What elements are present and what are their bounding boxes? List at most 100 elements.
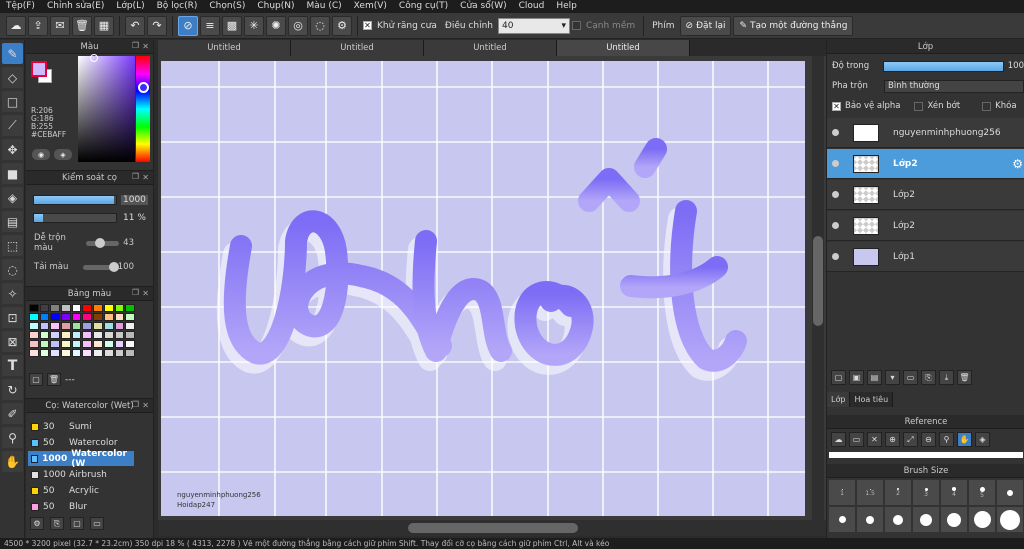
palette-swatch[interactable] bbox=[39, 313, 50, 321]
brush-item-blur[interactable]: 50 Blur bbox=[28, 499, 134, 514]
brush-size-option[interactable] bbox=[997, 507, 1023, 532]
palette-swatch[interactable] bbox=[114, 340, 125, 348]
palette-swatch[interactable] bbox=[125, 313, 135, 321]
trash-icon[interactable]: 🗑 bbox=[72, 15, 92, 36]
snap-vanishing-icon[interactable]: ✳ bbox=[244, 15, 264, 36]
duplicate-layer-icon[interactable]: ⎘ bbox=[921, 370, 936, 385]
eyedropper-icon[interactable]: ⚲ bbox=[939, 432, 954, 447]
palette-swatch[interactable] bbox=[39, 322, 50, 330]
palette-swatch[interactable] bbox=[50, 313, 61, 321]
palette-swatch[interactable] bbox=[61, 331, 71, 339]
lasso-tool-icon[interactable]: ◌ bbox=[2, 259, 23, 280]
hand-tool-icon[interactable]: ✋ bbox=[2, 451, 23, 472]
palette-swatch[interactable] bbox=[103, 349, 114, 357]
antialias-checkbox[interactable]: ✕ bbox=[363, 21, 372, 30]
menu-window[interactable]: Cửa sổ(W) bbox=[454, 0, 512, 13]
brush-item-airbrush[interactable]: 1000 Airbrush bbox=[28, 467, 134, 482]
palette-swatch[interactable] bbox=[71, 340, 82, 348]
palette-swatch[interactable] bbox=[93, 331, 103, 339]
palette-swatch[interactable] bbox=[82, 349, 93, 357]
vertical-scrollbar[interactable] bbox=[812, 56, 824, 520]
palette-swatch[interactable] bbox=[82, 331, 93, 339]
palette-swatch[interactable] bbox=[29, 349, 39, 357]
text-tool-icon[interactable]: T bbox=[2, 355, 23, 376]
menu-capture[interactable]: Chụp(N) bbox=[251, 0, 300, 13]
brush-size-option[interactable]: 5 bbox=[969, 480, 995, 505]
palette-swatch[interactable] bbox=[93, 313, 103, 321]
palette-swatch[interactable] bbox=[61, 313, 71, 321]
restore-icon[interactable]: ❐ bbox=[132, 41, 139, 50]
eye-icon[interactable] bbox=[832, 222, 839, 229]
trash-icon[interactable]: 🗑 bbox=[957, 370, 972, 385]
palette-swatch[interactable] bbox=[114, 304, 125, 312]
new-layer-8bit-icon[interactable]: ▣ bbox=[849, 370, 864, 385]
eyedropper-tool-icon[interactable]: ⚲ bbox=[2, 427, 23, 448]
layer-item[interactable]: Lớp1 bbox=[827, 242, 1024, 272]
folder-icon[interactable]: ▭ bbox=[849, 432, 864, 447]
snap-crisscross-icon[interactable]: ▩ bbox=[222, 15, 242, 36]
palette-swatch[interactable] bbox=[125, 340, 135, 348]
palette-swatch[interactable] bbox=[82, 340, 93, 348]
color-mode-icon[interactable]: ◈ bbox=[54, 149, 72, 160]
brush-size-option[interactable]: 4 bbox=[941, 480, 967, 505]
add-layer-menu-icon[interactable]: ▾ bbox=[885, 370, 900, 385]
marquee-tool-icon[interactable]: ⬚ bbox=[2, 235, 23, 256]
layer-item-selected[interactable]: Lớp2 ⚙ bbox=[827, 149, 1024, 179]
snap-radial-icon[interactable]: ✺ bbox=[266, 15, 286, 36]
lock-checkbox[interactable] bbox=[982, 101, 992, 111]
merge-layer-icon[interactable]: ⤓ bbox=[939, 370, 954, 385]
undo-icon[interactable]: ↶ bbox=[125, 15, 145, 36]
palette-swatch[interactable] bbox=[125, 304, 135, 312]
rectangle-select-tool-icon[interactable]: □ bbox=[2, 91, 23, 112]
snap-off-icon[interactable]: ⊘ bbox=[178, 15, 198, 36]
palette-swatch[interactable] bbox=[114, 313, 125, 321]
snap-curve-icon[interactable]: ◌ bbox=[310, 15, 330, 36]
layer-blend-select[interactable]: Bình thường bbox=[884, 79, 1024, 93]
snap-circle-icon[interactable]: ◎ bbox=[288, 15, 308, 36]
gear-icon[interactable]: ⚙ bbox=[1012, 157, 1023, 171]
palette-swatch[interactable] bbox=[125, 349, 135, 357]
blend-slider[interactable] bbox=[85, 237, 120, 248]
palette-swatch[interactable] bbox=[29, 304, 39, 312]
brush-size-option[interactable] bbox=[857, 507, 883, 532]
fit-icon[interactable]: ⤢ bbox=[903, 432, 918, 447]
new-palette-icon[interactable]: ▢ bbox=[29, 373, 43, 386]
horizontal-scroll-thumb[interactable] bbox=[408, 523, 578, 533]
palette-swatch[interactable] bbox=[103, 304, 114, 312]
palette-swatch[interactable] bbox=[103, 331, 114, 339]
menu-color[interactable]: Màu (C) bbox=[301, 0, 348, 13]
palette-swatch[interactable] bbox=[29, 322, 39, 330]
palette-swatch[interactable] bbox=[50, 340, 61, 348]
palette-swatch[interactable] bbox=[125, 322, 135, 330]
palette-swatch[interactable] bbox=[39, 331, 50, 339]
foreground-color-swatch[interactable] bbox=[31, 61, 47, 77]
brush-item-watercolor-wet[interactable]: 1000 Watercolor (W bbox=[28, 449, 134, 469]
palette-swatch[interactable] bbox=[71, 304, 82, 312]
eye-icon[interactable] bbox=[832, 160, 839, 167]
new-layer-icon[interactable]: ▢ bbox=[831, 370, 846, 385]
brush-item-sumi[interactable]: 30 Sumi bbox=[28, 419, 134, 434]
saturation-value-picker[interactable] bbox=[78, 54, 135, 162]
palette-swatch[interactable] bbox=[82, 322, 93, 330]
brush-size-option[interactable] bbox=[969, 507, 995, 532]
redo-icon[interactable]: ↷ bbox=[147, 15, 167, 36]
smooth-edge-checkbox[interactable] bbox=[571, 21, 581, 30]
amount-knob[interactable] bbox=[108, 261, 119, 272]
menu-edit[interactable]: Chỉnh sửa(E) bbox=[41, 0, 110, 13]
close-icon[interactable]: ✕ bbox=[142, 289, 149, 298]
snap-parallel-icon[interactable]: ≡ bbox=[200, 15, 220, 36]
menu-file[interactable]: Tệp(F) bbox=[0, 0, 41, 13]
palette-swatch[interactable] bbox=[71, 313, 82, 321]
tab-document-2[interactable]: Untitled bbox=[291, 40, 424, 56]
palette-swatch[interactable] bbox=[50, 331, 61, 339]
eye-icon[interactable] bbox=[832, 129, 839, 136]
layer-item[interactable]: Lớp2 bbox=[827, 180, 1024, 210]
palette-swatch[interactable] bbox=[39, 340, 50, 348]
palette-swatch[interactable] bbox=[39, 349, 50, 357]
layer-item[interactable]: Lớp2 bbox=[827, 211, 1024, 241]
brush-size-option[interactable] bbox=[913, 507, 939, 532]
palette-swatch[interactable] bbox=[71, 349, 82, 357]
new-layer-1bit-icon[interactable]: ▤ bbox=[867, 370, 882, 385]
cloud-icon[interactable]: ☁ bbox=[6, 15, 26, 36]
palette-swatch[interactable] bbox=[29, 340, 39, 348]
